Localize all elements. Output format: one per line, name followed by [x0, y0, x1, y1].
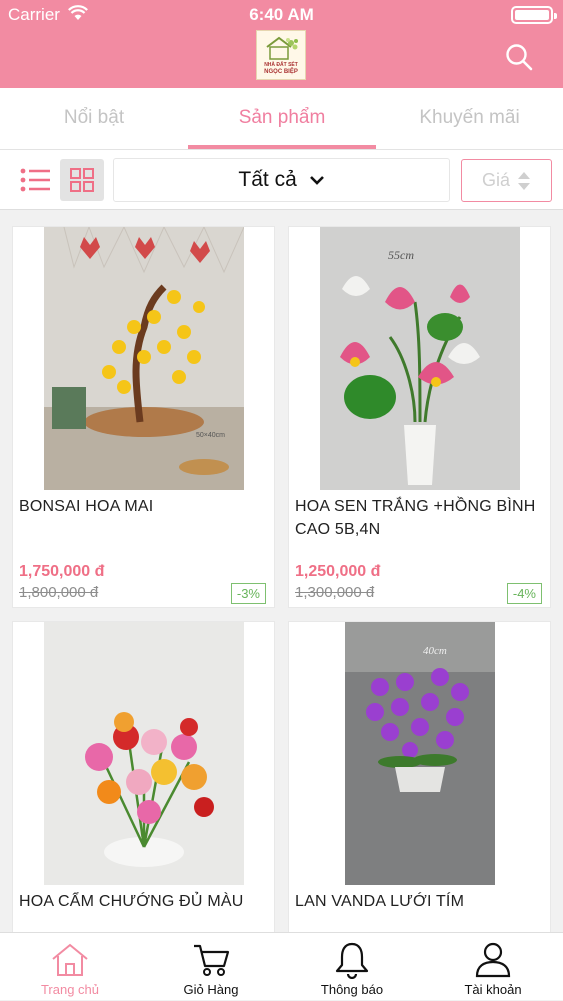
category-filter-select[interactable]: Tất cả	[113, 158, 450, 202]
tab-featured[interactable]: Nổi bật	[0, 88, 188, 150]
sort-icon	[518, 172, 530, 190]
grid-view-button[interactable]	[60, 159, 104, 201]
photo-size-label: 55cm	[388, 248, 414, 262]
category-tabs: Nổi bật Sản phẩm Khuyến mãi	[0, 88, 563, 150]
nav-account[interactable]: Tài khoản	[423, 933, 563, 1001]
product-photo-carnation	[44, 622, 244, 885]
product-card[interactable]: 55cm HOA SEN TRẮNG +HỒNG BÌNH CAO 5B,4N …	[288, 226, 551, 608]
price-sort-label: Giá	[482, 170, 511, 190]
tab-active-indicator	[188, 145, 376, 149]
nav-label: Thông báo	[320, 982, 384, 997]
nav-notifications[interactable]: Thông báo	[282, 933, 422, 1001]
logo-line-2: NGỌC BIỆP	[264, 69, 298, 75]
battery-icon	[511, 6, 557, 24]
bottom-navigation: Trang chủ Giỏ Hàng Thông báo Tài khoản	[0, 932, 563, 1000]
nav-label: Giỏ Hàng	[183, 982, 239, 997]
discount-badge: -3%	[230, 583, 266, 604]
price-sort-button[interactable]: Giá	[461, 159, 552, 202]
status-time: 6:40 AM	[249, 5, 314, 24]
user-icon	[475, 942, 511, 978]
product-old-price: 1,800,000 đ	[19, 584, 99, 601]
nav-label: Tài khoản	[464, 982, 522, 997]
bell-icon	[335, 942, 369, 979]
app-header: Carrier 6:40 AM NHÀ ĐẤT SÉT NGỌC BIỆP	[0, 0, 563, 88]
product-photo-lotus: 55cm	[320, 227, 520, 490]
home-icon	[52, 943, 88, 976]
product-card[interactable]: 40cm LAN VANDA LƯỚI TÍM	[288, 621, 551, 941]
nav-cart[interactable]: Giỏ Hàng	[141, 933, 281, 1001]
status-bar: Carrier 6:40 AM	[0, 0, 563, 30]
chevron-down-icon	[309, 176, 324, 186]
tab-products[interactable]: Sản phẩm	[188, 88, 376, 150]
product-name: HOA CẨM CHƯỚNG ĐỦ MÀU	[19, 893, 244, 910]
product-photo-bonsai: 50×40cm	[44, 227, 244, 490]
grid-view-icon	[70, 168, 94, 192]
photo-size-label: 50×40cm	[196, 432, 225, 439]
product-card[interactable]: HOA CẨM CHƯỚNG ĐỦ MÀU	[12, 621, 275, 941]
product-price: 1,750,000 đ	[19, 563, 105, 580]
nav-label: Trang chủ	[40, 982, 100, 997]
shop-logo[interactable]: NHÀ ĐẤT SÉT NGỌC BIỆP	[256, 30, 306, 80]
product-price: 1,250,000 đ	[295, 563, 381, 580]
discount-badge: -4%	[506, 583, 542, 604]
product-card[interactable]: 50×40cm BONSAI HOA MAI 1,750,000 đ 1,800…	[12, 226, 275, 608]
cart-icon	[194, 944, 230, 976]
product-old-price: 1,300,000 đ	[295, 584, 375, 601]
photo-size-label: 40cm	[423, 645, 447, 657]
filter-toolbar: Tất cả Giá	[0, 150, 563, 210]
logo-line-1: NHÀ ĐẤT SÉT	[264, 62, 298, 68]
tab-promotions[interactable]: Khuyến mãi	[376, 88, 563, 150]
search-icon[interactable]	[504, 42, 534, 72]
filter-value: Tất cả	[238, 168, 297, 191]
product-name: BONSAI HOA MAI	[19, 498, 154, 515]
product-photo-orchid: 40cm	[345, 622, 495, 885]
list-view-icon[interactable]	[16, 160, 56, 200]
nav-home[interactable]: Trang chủ	[0, 933, 140, 1001]
clay-flower-logo	[266, 36, 298, 60]
product-name: HOA SEN TRẮNG +HỒNG BÌNH CAO 5B,4N	[295, 498, 536, 538]
product-name: LAN VANDA LƯỚI TÍM	[295, 893, 465, 910]
